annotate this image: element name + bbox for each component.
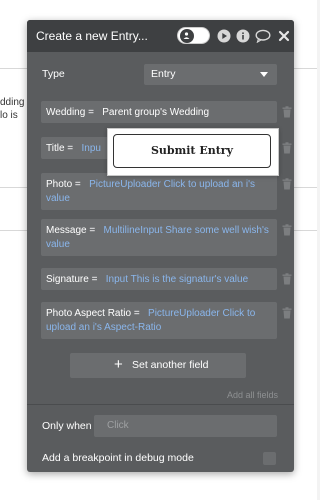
field-row-photo[interactable]: Photo = PictureUploader Click to upload … [41,173,277,210]
type-dropdown-value: Entry [151,68,176,80]
comment-icon[interactable] [255,29,271,43]
divider [27,404,294,405]
field-text: Photo Aspect Ratio = PictureUploader Cli… [46,307,272,335]
field-row-wedding[interactable]: Wedding = Parent group's Wedding [41,101,277,123]
background-panel-bottom-left [0,190,28,231]
field-key: Photo Aspect Ratio [46,308,132,319]
field-key: Wedding [46,107,86,118]
trash-icon[interactable] [282,106,292,118]
breakpoint-checkbox[interactable] [263,452,276,465]
trash-icon[interactable] [282,224,292,236]
background-text-line: lo is [0,110,18,121]
trash-icon[interactable] [282,307,292,319]
submit-entry-label: Submit Entry [150,144,233,157]
caret-down-icon [260,72,268,77]
field-row-photo-aspect-ratio[interactable]: Photo Aspect Ratio = PictureUploader Cli… [41,302,277,339]
field-key: Title [46,143,65,154]
element-preview-popup: Submit Entry [107,128,279,176]
field-row-signature[interactable]: Signature = Input This is the signatur's… [41,268,277,290]
field-text: Photo = PictureUploader Click to upload … [46,178,272,206]
editor-title: Create a new Entry... [36,29,148,43]
field-text: Signature = Input This is the signatur's… [46,273,272,287]
field-separator: = [86,225,98,236]
background-text: dding lo is [0,96,24,122]
trash-icon[interactable] [282,142,292,154]
only-when-placeholder: Click [107,420,129,431]
background-panel-right [294,68,317,188]
toggle-user-icon [183,32,190,39]
type-label: Type [42,68,65,80]
add-all-fields-link[interactable]: Add all fields [227,390,278,400]
background-text-line: dding [0,97,25,108]
field-text: Wedding = Parent group's Wedding [46,106,272,120]
info-icon[interactable] [236,29,250,43]
set-another-field-button[interactable]: + Set another field [70,353,246,378]
field-key: Signature [46,274,89,285]
trash-icon[interactable] [282,273,292,285]
field-key: Message [46,225,87,236]
action-property-editor: Create a new Entry... Type Entry Wedding… [27,20,294,472]
close-icon[interactable] [278,29,290,43]
field-separator: = [64,143,76,154]
background-panel-left [0,68,28,188]
field-static-value: Parent group's Wedding [102,107,210,118]
editor-header: Create a new Entry... [27,20,294,52]
only-when-label: Only when [42,420,92,432]
type-dropdown[interactable]: Entry [144,64,277,85]
field-dynamic-value: Input This is the signatur's value [105,274,249,285]
workflow-toggle[interactable] [177,27,210,44]
field-row-message[interactable]: Message = MultilineInput Share some well… [41,219,277,256]
field-text: Message = MultilineInput Share some well… [46,224,272,252]
submit-entry-button-preview: Submit Entry [113,134,271,168]
play-icon[interactable] [217,29,231,43]
plus-icon: + [114,356,123,373]
background-panel-bottom-right [294,190,317,231]
set-another-field-label: Set another field [132,359,209,371]
only-when-input[interactable]: Click [94,415,277,437]
field-key: Photo [46,179,73,190]
field-dynamic-value: Inpu [81,143,101,154]
trash-icon[interactable] [282,178,292,190]
field-separator: = [131,308,143,319]
field-separator: = [72,179,84,190]
field-separator: = [88,274,101,285]
breakpoint-label: Add a breakpoint in debug mode [42,452,194,464]
field-separator: = [85,107,97,118]
